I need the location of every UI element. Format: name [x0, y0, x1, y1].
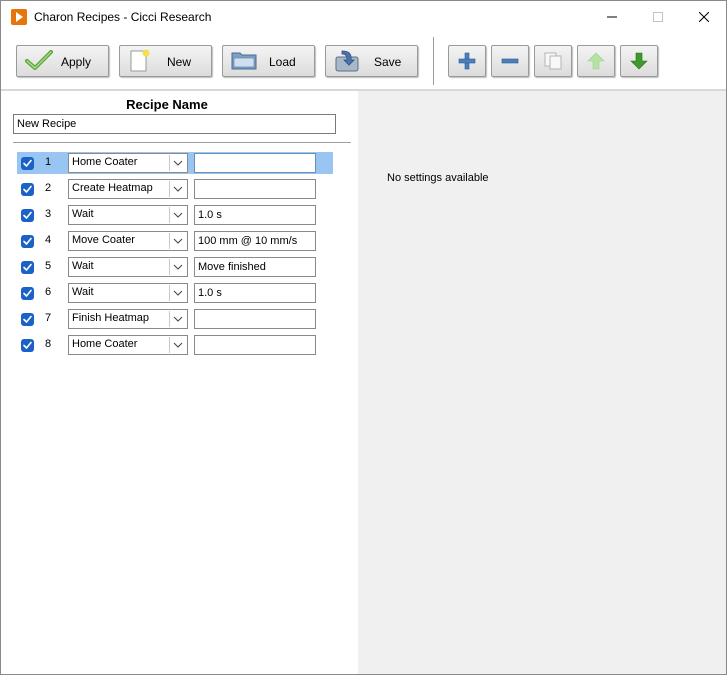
step-action-select[interactable]: Wait: [68, 257, 188, 277]
step-enabled-checkbox[interactable]: [21, 209, 34, 222]
step-number: 4: [45, 234, 52, 246]
step-parameter-field[interactable]: 100 mm @ 10 mm/s: [194, 231, 316, 251]
save-button[interactable]: Save: [325, 45, 418, 77]
step-action-select[interactable]: Finish Heatmap: [68, 309, 188, 329]
step-number: 2: [45, 182, 52, 194]
step-enabled-checkbox[interactable]: [21, 183, 34, 196]
step-parameter-field[interactable]: 1.0 s: [194, 283, 316, 303]
step-action-select[interactable]: Home Coater: [68, 335, 188, 355]
settings-panel: No settings available: [359, 91, 726, 674]
move-down-button[interactable]: [620, 45, 658, 77]
step-enabled-checkbox[interactable]: [21, 157, 34, 170]
play-icon: [11, 9, 27, 25]
step-action-value: Home Coater: [72, 156, 138, 168]
panel-divider: [13, 142, 351, 143]
step-action-value: Move Coater: [72, 234, 135, 246]
chevron-down-icon[interactable]: [169, 233, 186, 249]
folder-icon: [231, 49, 259, 74]
save-label: Save: [374, 55, 402, 69]
new-document-icon: [128, 49, 152, 76]
chevron-down-icon[interactable]: [169, 155, 186, 171]
step-parameter-field[interactable]: [194, 179, 316, 199]
checkmark-icon: [25, 49, 55, 74]
chevron-down-icon[interactable]: [169, 311, 186, 327]
load-button[interactable]: Load: [222, 45, 315, 77]
step-number: 1: [45, 156, 52, 168]
step-parameter-field[interactable]: Move finished: [194, 257, 316, 277]
apply-label: Apply: [61, 55, 92, 69]
load-label: Load: [269, 55, 296, 69]
step-number: 6: [45, 286, 52, 298]
remove-step-button[interactable]: [491, 45, 529, 77]
step-action-value: Wait: [72, 208, 94, 220]
new-button[interactable]: New: [119, 45, 212, 77]
minimize-icon[interactable]: [589, 1, 635, 33]
step-action-select[interactable]: Wait: [68, 205, 188, 225]
add-step-button[interactable]: [448, 45, 486, 77]
step-row[interactable]: 2 Create Heatmap: [17, 178, 333, 200]
no-settings-text: No settings available: [387, 172, 489, 184]
step-number: 8: [45, 338, 52, 350]
new-label: New: [167, 55, 192, 69]
recipe-panel: Recipe Name New Recipe 1 Home Coater 2 Crea…: [1, 91, 358, 674]
step-row[interactable]: 7 Finish Heatmap: [17, 308, 333, 330]
step-enabled-checkbox[interactable]: [21, 261, 34, 274]
step-enabled-checkbox[interactable]: [21, 313, 34, 326]
recipe-name-input[interactable]: New Recipe: [13, 114, 336, 134]
recipe-name-label: Recipe Name: [126, 97, 208, 112]
step-parameter-field[interactable]: [194, 335, 316, 355]
close-icon[interactable]: [681, 1, 727, 33]
apply-button[interactable]: Apply: [16, 45, 109, 77]
step-row[interactable]: 8 Home Coater: [17, 334, 333, 356]
step-parameter-field[interactable]: 1.0 s: [194, 205, 316, 225]
step-action-value: Wait: [72, 260, 94, 272]
step-number: 3: [45, 208, 52, 220]
step-number: 5: [45, 260, 52, 272]
step-action-value: Home Coater: [72, 338, 138, 350]
step-enabled-checkbox[interactable]: [21, 287, 34, 300]
title-bar: Charon Recipes - Cicci Research: [1, 1, 726, 33]
move-up-button[interactable]: [577, 45, 615, 77]
step-action-select[interactable]: Create Heatmap: [68, 179, 188, 199]
maximize-icon[interactable]: [635, 1, 681, 33]
step-action-select[interactable]: Home Coater: [68, 153, 188, 173]
chevron-down-icon[interactable]: [169, 259, 186, 275]
toolbar-separator: [433, 37, 434, 85]
save-icon: [334, 49, 360, 76]
step-enabled-checkbox[interactable]: [21, 235, 34, 248]
step-action-value: Finish Heatmap: [72, 312, 150, 324]
step-parameter-field[interactable]: [194, 153, 316, 173]
copy-step-button[interactable]: [534, 45, 572, 77]
recipes-window: Charon Recipes - Cicci Research Apply Ne…: [0, 0, 727, 675]
window-title: Charon Recipes - Cicci Research: [34, 10, 212, 24]
step-action-value: Create Heatmap: [72, 182, 153, 194]
step-action-select[interactable]: Move Coater: [68, 231, 188, 251]
step-row[interactable]: 3 Wait 1.0 s: [17, 204, 333, 226]
step-row[interactable]: 1 Home Coater: [17, 152, 333, 174]
toolbar: Apply New Load Save: [1, 33, 726, 89]
step-parameter-field[interactable]: [194, 309, 316, 329]
chevron-down-icon[interactable]: [169, 207, 186, 223]
step-action-select[interactable]: Wait: [68, 283, 188, 303]
step-enabled-checkbox[interactable]: [21, 339, 34, 352]
step-row[interactable]: 5 Wait Move finished: [17, 256, 333, 278]
chevron-down-icon[interactable]: [169, 337, 186, 353]
chevron-down-icon[interactable]: [169, 181, 186, 197]
step-row[interactable]: 4 Move Coater 100 mm @ 10 mm/s: [17, 230, 333, 252]
step-number: 7: [45, 312, 52, 324]
step-action-value: Wait: [72, 286, 94, 298]
step-row[interactable]: 6 Wait 1.0 s: [17, 282, 333, 304]
chevron-down-icon[interactable]: [169, 285, 186, 301]
